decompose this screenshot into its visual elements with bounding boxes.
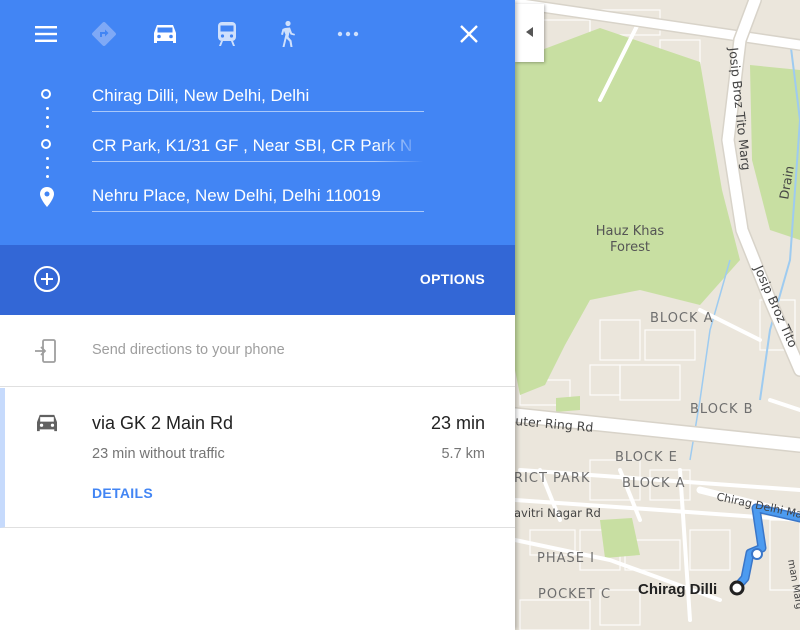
route-connector-dot (45, 107, 49, 110)
hamburger-menu-icon (35, 26, 57, 42)
car-icon (35, 413, 59, 438)
start-point-icon (41, 89, 51, 99)
directions-panel: Chirag Dilli, New Delhi, Delhi CR Park, … (0, 0, 515, 630)
close-directions-button[interactable] (452, 17, 486, 51)
via-point-icon (41, 139, 51, 149)
caret-left-icon (525, 24, 534, 42)
destination-input[interactable]: Nehru Place, New Delhi, Delhi 110019 (92, 184, 424, 212)
send-to-device-icon (35, 339, 57, 368)
park-small-2 (556, 396, 580, 412)
route-duration: 23 min (430, 413, 485, 433)
place-label-chirag-dilli[interactable]: Chirag Dilli (638, 581, 717, 598)
options-button[interactable]: OPTIONS (420, 271, 485, 287)
train-icon (216, 21, 238, 47)
route-title: via GK 2 Main Rd (92, 413, 234, 433)
mode-walking[interactable] (270, 17, 304, 51)
close-icon (460, 25, 478, 43)
walk-icon (277, 20, 297, 48)
area-label-phase-i: PHASE I (537, 551, 595, 566)
road-label-savitri: avitri Nagar Rd (514, 506, 601, 520)
route-connector-dot (45, 125, 49, 128)
plus-icon (36, 268, 58, 290)
block-label-a1: BLOCK A (650, 311, 714, 326)
mode-best-route[interactable] (87, 17, 121, 51)
send-to-phone-row[interactable]: Send directions to your phone (0, 315, 515, 387)
forest-label-2: Forest (610, 240, 650, 255)
route-distance: 5.7 km (441, 446, 485, 462)
area-label-rict-park: RICT PARK (514, 471, 590, 486)
send-directions-label: Send directions to your phone (92, 342, 285, 358)
route-option-card[interactable]: via GK 2 Main Rd 23 min 23 min without t… (0, 388, 515, 528)
options-bar: OPTIONS (0, 245, 515, 315)
menu-button[interactable] (29, 17, 63, 51)
route-waypoint-marker[interactable] (751, 548, 763, 560)
route-details-link[interactable]: DETAILS (92, 485, 153, 501)
route-connector-dot (45, 116, 49, 119)
route-connector-dot (45, 157, 49, 160)
mode-driving[interactable] (148, 17, 182, 51)
mode-more[interactable] (331, 17, 365, 51)
collapse-panel-button[interactable] (515, 4, 544, 62)
forest-label: Hauz Khas (596, 224, 665, 239)
waypoint-input[interactable]: CR Park, K1/31 GF , Near SBI, CR Park N (92, 134, 424, 162)
area-label-pocket-c: POCKET C (538, 587, 611, 602)
block-label-b: BLOCK B (690, 402, 754, 417)
waypoint-input-value: CR Park, K1/31 GF , Near SBI, CR Park N (92, 136, 413, 155)
block-label-e: BLOCK E (615, 450, 678, 465)
directions-header: Chirag Dilli, New Delhi, Delhi CR Park, … (0, 0, 515, 245)
add-destination-button[interactable] (34, 266, 60, 292)
route-connector-dot (45, 175, 49, 178)
diamond-turn-icon (91, 21, 117, 47)
more-dots-icon (337, 31, 359, 37)
origin-input[interactable]: Chirag Dilli, New Delhi, Delhi (92, 84, 424, 112)
destination-pin-icon (40, 187, 54, 212)
origin-input-value: Chirag Dilli, New Delhi, Delhi (92, 86, 310, 105)
destination-input-value: Nehru Place, New Delhi, Delhi 110019 (92, 186, 381, 205)
route-traffic-note: 23 min without traffic (92, 446, 225, 462)
route-connector-dot (45, 166, 49, 169)
block-label-a2: BLOCK A (622, 476, 686, 491)
car-icon (152, 23, 178, 45)
origin-marker[interactable] (729, 580, 745, 596)
mode-transit[interactable] (210, 17, 244, 51)
